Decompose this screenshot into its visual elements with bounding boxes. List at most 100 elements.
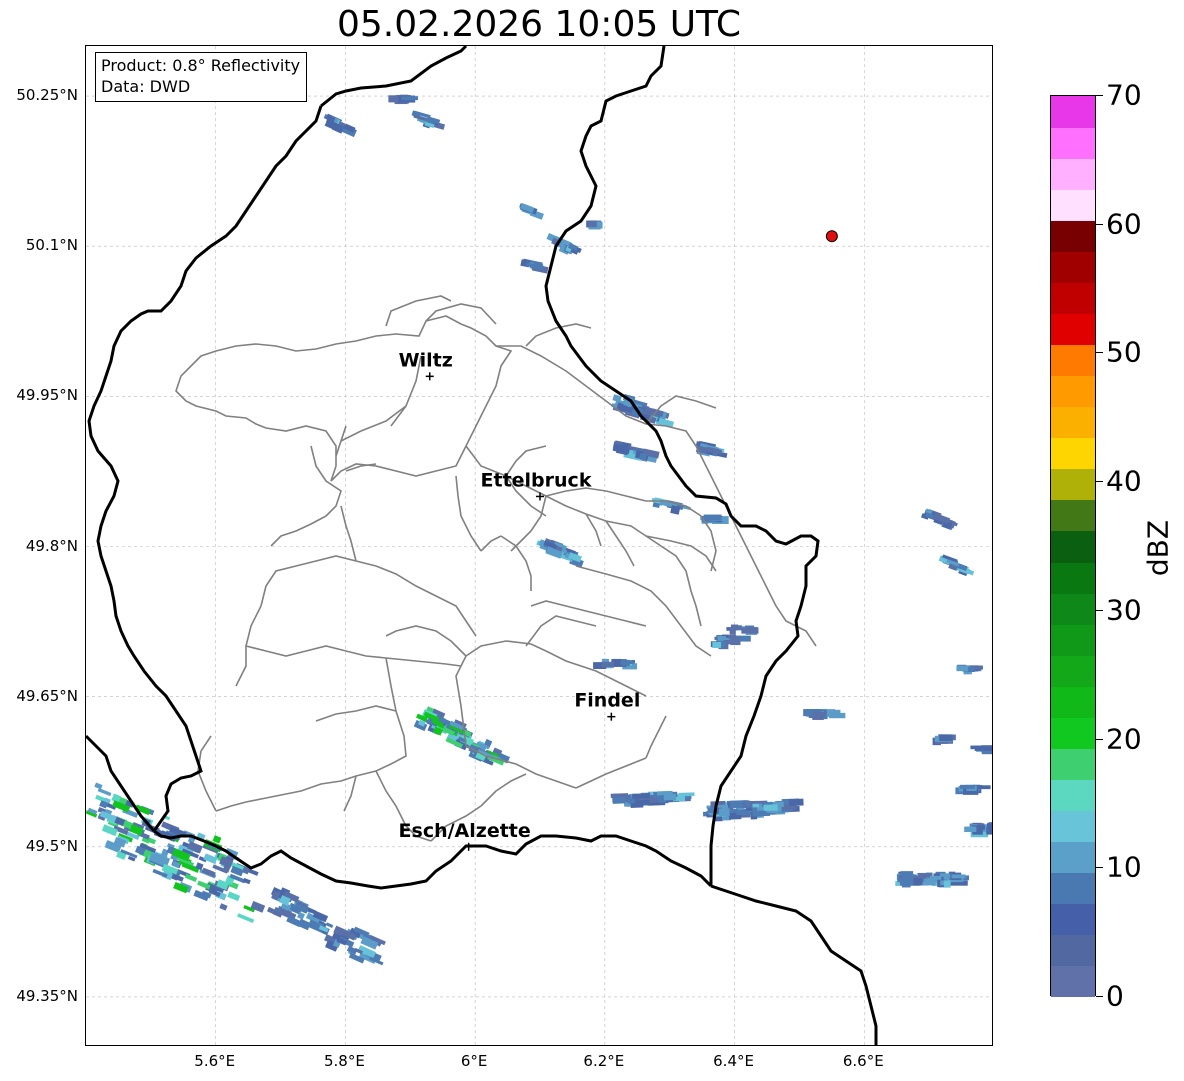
canton-boundary xyxy=(343,775,357,812)
canton-boundary xyxy=(340,505,357,562)
echo-cell xyxy=(939,873,950,877)
colorbar-tick-label: 40 xyxy=(1106,464,1142,498)
canton-boundary xyxy=(245,645,387,659)
echo-cell xyxy=(97,787,112,797)
canton-boundary xyxy=(575,757,647,789)
canton-boundary xyxy=(385,295,452,327)
echo-cell xyxy=(986,827,992,835)
colorbar-segment xyxy=(1051,282,1095,314)
canton-boundary xyxy=(385,657,462,667)
echo-cell xyxy=(826,709,836,717)
echo-cell xyxy=(703,514,722,521)
de-fr-border xyxy=(710,884,878,1045)
colorbar-segment xyxy=(1051,965,1095,998)
colorbar-tick-label: 60 xyxy=(1106,207,1142,241)
lon-tick-label: 5.8°E xyxy=(324,1052,365,1070)
colorbar-segment xyxy=(1051,189,1095,221)
colorbar-tick-mark xyxy=(1096,996,1103,997)
colorbar-segment xyxy=(1051,468,1095,501)
colorbar-segment xyxy=(1051,220,1095,252)
colorbar-tick-mark xyxy=(1096,95,1103,96)
canton-boundary xyxy=(700,515,717,572)
canton-boundary xyxy=(645,715,667,759)
colorbar-tick-label: 30 xyxy=(1106,593,1142,627)
colorbar-tick-label: 0 xyxy=(1106,979,1124,1013)
canton-boundary xyxy=(480,535,502,552)
echo-cell xyxy=(620,660,634,665)
canton-boundary xyxy=(355,560,477,637)
data-source-label: Data: DWD xyxy=(101,77,191,96)
colorbar-segment xyxy=(1051,717,1095,749)
echo-cell xyxy=(718,808,730,817)
echo-cell xyxy=(678,792,695,797)
lon-tick-label: 6.2°E xyxy=(583,1052,625,1070)
colorbar-segment xyxy=(1051,686,1095,718)
colorbar-tick-mark xyxy=(1096,609,1103,611)
colorbar-tick-mark xyxy=(1096,352,1103,354)
colorbar-segment xyxy=(1051,655,1095,687)
echo-cell xyxy=(812,711,825,716)
echo-cell xyxy=(612,797,626,804)
echo-cell xyxy=(959,784,975,789)
canton-boundary xyxy=(500,535,532,591)
echo-cell xyxy=(656,790,673,796)
canton-boundary xyxy=(215,793,287,812)
colorbar-segment xyxy=(1051,437,1095,470)
colorbar-tick-mark xyxy=(1096,481,1103,483)
colorbar-tick-mark xyxy=(1096,223,1103,225)
echo-cell xyxy=(913,878,923,886)
city-marker: Wiltz xyxy=(399,349,453,381)
lon-tick-label: 6.4°E xyxy=(713,1052,754,1070)
echo-cell xyxy=(632,793,650,799)
colorbar-segment xyxy=(1051,841,1095,874)
colorbar-segment xyxy=(1051,530,1095,563)
city-marker: Ettelbruck xyxy=(481,469,592,501)
canton-boundary xyxy=(270,515,327,547)
echo-cell xyxy=(968,666,975,672)
canton-boundary xyxy=(285,657,407,795)
radar-site-marker xyxy=(825,230,838,243)
colorbar-tick-mark xyxy=(1096,738,1103,740)
echo-cell xyxy=(237,913,255,923)
city-label: Esch/Alzette xyxy=(399,820,531,842)
canton-boundary xyxy=(605,520,635,567)
colorbar-segment xyxy=(1051,934,1095,967)
echo-cell xyxy=(197,880,211,890)
city-label: Ettelbruck xyxy=(481,469,592,491)
echo-cell xyxy=(939,734,953,741)
colorbar-segment xyxy=(1051,313,1095,346)
lon-tick-label: 5.6°E xyxy=(194,1052,236,1070)
echo-cell xyxy=(184,873,198,882)
colorbar-segment xyxy=(1051,624,1095,656)
colorbar-segment xyxy=(1051,375,1095,408)
canton-boundary xyxy=(575,565,712,657)
echo-cell xyxy=(977,785,991,790)
echo-cell xyxy=(401,96,418,101)
canton-boundary xyxy=(480,773,527,807)
lon-tick-label: 6.6°E xyxy=(842,1052,884,1070)
echo-cell xyxy=(974,745,983,751)
echo-cell xyxy=(712,642,722,648)
colorbar-segment xyxy=(1051,748,1095,780)
canton-boundary xyxy=(425,303,497,325)
colorbar-tick-label: 20 xyxy=(1106,722,1142,756)
lat-tick-label: 49.95°N xyxy=(16,386,78,405)
map-area[interactable]: Wiltz Ettelbruck Findel Esch/Alzette xyxy=(85,45,993,1046)
canton-boundary xyxy=(315,705,397,722)
colorbar-segment xyxy=(1051,779,1095,812)
canton-boundary xyxy=(525,615,597,647)
city-marker: Findel xyxy=(574,690,640,721)
de-lu-border xyxy=(544,46,820,886)
canton-boundary xyxy=(260,555,357,607)
colorbar-segment xyxy=(1051,593,1095,625)
city-label: Wiltz xyxy=(399,349,453,371)
canton-boundary xyxy=(455,475,482,552)
echo-cell xyxy=(730,624,739,631)
echo-cell xyxy=(741,627,759,634)
colorbar-tick-label: 10 xyxy=(1106,850,1142,884)
echo-cell xyxy=(763,804,778,811)
colorbar-title: dBZ xyxy=(1141,519,1175,577)
canton-boundary xyxy=(455,640,547,747)
colorbar-segment xyxy=(1051,562,1095,594)
echo-cell xyxy=(94,782,103,790)
